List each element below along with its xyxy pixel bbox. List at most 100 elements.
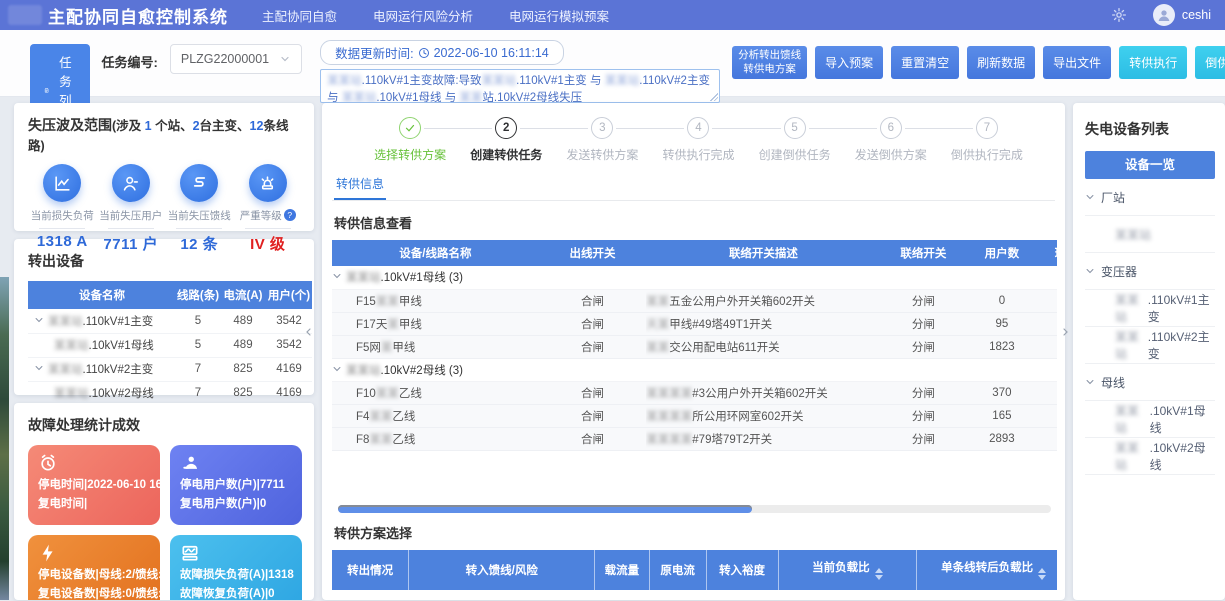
tie-switch-cell: 分闸 — [881, 335, 966, 358]
column-header: 转出情况 — [332, 550, 409, 590]
impact-title: 失压波及范围(涉及 1 个站、2台主变、12条线路) — [28, 115, 302, 154]
redacted-text: 某某 — [646, 296, 669, 308]
alarm-clock-icon — [38, 453, 58, 473]
settings-gear-icon[interactable] — [1111, 7, 1127, 23]
caret-down-icon[interactable] — [34, 315, 44, 325]
stat-card-line1: 停电时间|2022-06-10 16:11 — [38, 476, 150, 495]
redacted-text: 某某站 — [1115, 439, 1150, 473]
help-icon[interactable]: ? — [284, 209, 296, 221]
column-header-sortable[interactable]: 单条线转后负载比 — [917, 550, 1057, 590]
analyze-transfer-plan-button[interactable]: 分析转出馈线转供电方案 — [732, 46, 807, 79]
feeder-cell: F15某某甲线 — [332, 289, 539, 312]
redacted-text: 某某站 — [346, 272, 381, 284]
load-monitor-icon — [180, 543, 200, 563]
users-cell: 2893 — [966, 427, 1038, 450]
nav-item-1[interactable]: 主配协同自愈 — [262, 6, 337, 25]
text-segment: .10kV#2母线 — [1150, 439, 1215, 473]
device-tree: 厂站某某站变压器某某站.110kV#1主变某某站.110kV#2主变母线某某站.… — [1085, 179, 1215, 475]
collapse-right-panel-icon[interactable] — [1059, 325, 1071, 339]
import-plan-button[interactable]: 导入预案 — [815, 46, 883, 79]
users-cell: 165 — [966, 404, 1038, 427]
task-list-icon — [44, 84, 49, 97]
user-menu[interactable]: ceshi — [1153, 4, 1211, 26]
text-segment: .10kV#2母线 — [381, 365, 446, 377]
tree-item[interactable]: 某某站.110kV#1主变 — [1085, 290, 1215, 327]
table-row[interactable]: 某某站.10kV#1母线54893542 — [28, 333, 312, 357]
tree-item[interactable]: 某某站.10kV#1母线 — [1085, 401, 1215, 438]
refresh-data-button[interactable]: 刷新数据 — [967, 46, 1035, 79]
tie-switch-cell: 分闸 — [881, 312, 966, 335]
users-cell: 4169 — [266, 381, 312, 405]
caret-down-icon[interactable] — [1085, 377, 1095, 387]
redacted-text: 某某站 — [48, 316, 83, 328]
table-row[interactable]: F4某某乙线合闸某某某某所公用环网室602开关分闸1653(2)33未执行F8看… — [332, 404, 1057, 427]
redacted-text: 某某 — [376, 296, 399, 308]
table-row[interactable]: F5网某甲线合闸某某交公用配电站611开关分闸18233(2)37未执行F16马 — [332, 335, 1057, 358]
table-row[interactable]: F15某某甲线合闸某某五金公用户外开关箱602开关分闸01(1)176未执行F1… — [332, 289, 1057, 312]
step-7: 7倒供执行完成 — [939, 117, 1035, 163]
feeder-cell: F17天某甲线 — [332, 312, 539, 335]
nav-item-2[interactable]: 电网运行风险分析 — [373, 6, 473, 25]
caret-down-icon[interactable] — [332, 271, 342, 281]
sort-icon[interactable] — [875, 568, 883, 580]
step-number: 2 — [495, 117, 517, 139]
tree-group-厂站[interactable]: 厂站 — [1085, 179, 1215, 216]
loss-users-icon — [112, 164, 150, 202]
table-row[interactable]: 某某站.10kV#2母线78254169 — [28, 381, 312, 405]
stat-card: 停电用户数(户)|7711复电用户数(户)|0 — [170, 445, 302, 525]
redacted-text: 某某站 — [327, 75, 362, 87]
backfeed-execute-button[interactable]: 倒供执行 — [1195, 46, 1225, 79]
redacted-text: 某某 — [376, 388, 399, 400]
group-row[interactable]: 某某站.10kV#2母线 (3) — [332, 358, 1057, 381]
task-no-select[interactable]: PLZG22000001 — [170, 44, 302, 74]
transfer-out-panel: 转出设备 设备名称线路(条)电流(A)用户(个) 某某站.110kV#1主变54… — [14, 239, 314, 395]
stat-card-line1: 故障损失负荷(A)|1318 — [180, 566, 292, 585]
tab-bar: 转供信息 — [332, 171, 1055, 201]
text-segment: .10kV#1母线 — [1150, 402, 1215, 436]
caret-down-icon[interactable] — [34, 363, 44, 373]
tree-group-母线[interactable]: 母线 — [1085, 364, 1215, 401]
tree-item[interactable]: 某某站 — [1085, 216, 1215, 253]
step-label: 创建转供任务 — [458, 146, 554, 163]
caret-down-icon[interactable] — [1085, 192, 1095, 202]
table-row[interactable]: F17天某甲线合闸天某甲线#49塔49T1开关分闸954(3)171未执行F7天 — [332, 312, 1057, 335]
table-row[interactable]: 某某站.110kV#1主变54893542 — [28, 309, 312, 333]
reset-clear-button[interactable]: 重置清空 — [891, 46, 959, 79]
text-segment: 台主变、 — [200, 119, 250, 133]
group-row[interactable]: 某某站.10kV#1母线 (3) — [332, 266, 1057, 289]
data-update-time: 数据更新时间: 2022-06-10 16:11:14 — [320, 40, 564, 65]
tie-desc-cell: 某某某某#3公用户外开关箱602开关 — [646, 381, 880, 404]
table-row[interactable]: 某某站.110kV#2主变78254169 — [28, 357, 312, 381]
nav-item-3[interactable]: 电网运行模拟预案 — [509, 6, 609, 25]
step-4: 4转供执行完成 — [650, 117, 746, 163]
step-number: 3 — [591, 117, 613, 139]
device-name-cell: 某某站.110kV#1主变 — [28, 309, 176, 333]
stat-card: 故障损失负荷(A)|1318故障恢复负荷(A)|0 — [170, 535, 302, 600]
scrollbar-thumb[interactable] — [338, 505, 752, 513]
text-segment: 1 — [145, 119, 152, 133]
export-file-button[interactable]: 导出文件 — [1043, 46, 1111, 79]
caret-down-icon[interactable] — [1085, 266, 1095, 276]
column-header-sortable[interactable]: 当前负载比 — [778, 550, 917, 590]
table-row[interactable]: F8某某乙线合闸某某某某#79塔79T2开关分闸28933(1)97未执行F5和… — [332, 427, 1057, 450]
text-segment: 个站、 — [152, 119, 193, 133]
transfer-execute-button[interactable]: 转供执行 — [1119, 46, 1187, 79]
column-header: 用户数 — [966, 240, 1038, 266]
column-header: 载流量 — [595, 550, 650, 590]
tab-transfer-info[interactable]: 转供信息 — [334, 171, 386, 200]
tree-group-label: 厂站 — [1101, 189, 1125, 206]
tree-item[interactable]: 某某站.10kV#2母线 — [1085, 438, 1215, 475]
tree-item[interactable]: 某某站.110kV#2主变 — [1085, 327, 1215, 364]
collapse-left-panel-icon[interactable] — [303, 325, 315, 339]
redacted-text: 某某站 — [482, 75, 517, 87]
step-indicator: 选择转供方案2创建转供任务3发送转供方案4转供执行完成5创建倒供任务6发送倒供方… — [322, 103, 1065, 165]
caret-down-icon[interactable] — [332, 364, 342, 374]
sort-desc-icon — [1038, 575, 1046, 580]
sort-icon[interactable] — [1038, 568, 1046, 580]
step-label: 选择转供方案 — [362, 146, 458, 163]
power-users-icon — [180, 453, 200, 473]
table-row[interactable]: F10某某乙线合闸某某某某#3公用户外开关箱602开关分闸3702(1)24未执… — [332, 381, 1057, 404]
tree-group-变压器[interactable]: 变压器 — [1085, 253, 1215, 290]
text-segment: F15 — [356, 296, 376, 308]
right-column: 失电设备列表 设备一览 厂站某某站变压器某某站.110kV#1主变某某站.110… — [1073, 103, 1225, 600]
